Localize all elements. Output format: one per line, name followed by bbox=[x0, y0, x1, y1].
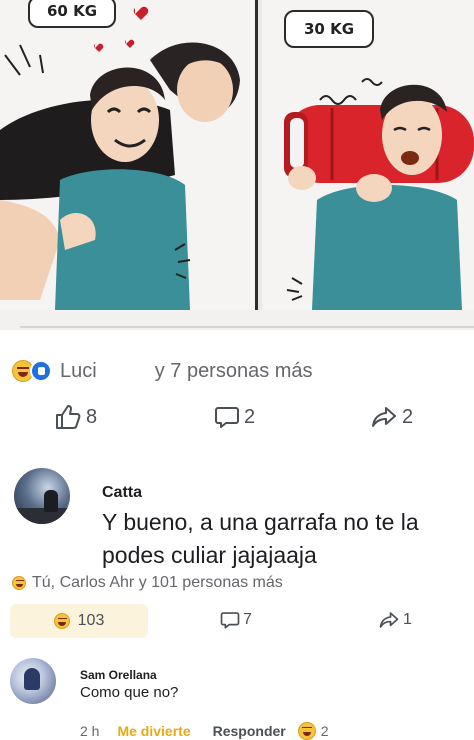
comment-action-bar: 103 7 1 bbox=[0, 600, 474, 642]
comment-haha-count: 103 bbox=[77, 612, 105, 629]
comment-button[interactable]: 2 bbox=[214, 404, 255, 430]
comment-reply-count: 7 bbox=[243, 611, 252, 628]
haha-reaction-icon bbox=[53, 613, 70, 629]
comment-bubble-icon bbox=[220, 612, 240, 629]
reply-timestamp: 2 h bbox=[80, 723, 100, 739]
first-reactor-name: Luci bbox=[60, 359, 97, 382]
reply-author-avatar[interactable] bbox=[10, 658, 56, 704]
like-count: 8 bbox=[86, 405, 98, 428]
comment-reply-button[interactable]: 7 bbox=[220, 610, 252, 630]
speech-bubble-30kg: 30 KG bbox=[284, 10, 374, 48]
share-count: 2 bbox=[402, 405, 414, 428]
comic-panel-left: 60 KG bbox=[0, 0, 258, 310]
reply-meta-row: 2 h Me divierte Responder 2 bbox=[80, 722, 329, 740]
share-arrow-icon bbox=[379, 612, 399, 628]
reply-respond-button[interactable]: Responder bbox=[213, 723, 286, 739]
comment-text: Y bueno, a una garrafa no te la podes cu… bbox=[102, 509, 419, 568]
thumbs-up-icon bbox=[56, 405, 81, 429]
share-button[interactable]: 2 bbox=[370, 404, 413, 430]
comment-haha-button[interactable]: 103 bbox=[10, 604, 148, 638]
other-reactors: y 7 personas más bbox=[154, 359, 313, 382]
comment-bubble-icon bbox=[215, 407, 239, 428]
post-reactions-summary[interactable]: Luci y 7 personas más bbox=[12, 356, 313, 386]
comic-divider bbox=[20, 326, 474, 328]
comment-share-button[interactable]: 1 bbox=[378, 610, 412, 630]
meme-comic-image[interactable]: 60 KG 30 KG bbox=[0, 0, 474, 330]
like-reaction-icon bbox=[30, 360, 52, 382]
reply-reaction-button[interactable]: Me divierte bbox=[117, 723, 190, 739]
speech-bubble-60kg: 60 KG bbox=[28, 0, 116, 28]
comment-reactors-summary[interactable]: Tú, Carlos Ahr y 101 personas más bbox=[12, 574, 283, 592]
comment-share-count: 1 bbox=[403, 611, 412, 628]
like-button[interactable]: 8 bbox=[54, 404, 97, 430]
commenter-name[interactable]: Catta bbox=[102, 484, 142, 502]
commenter-avatar[interactable] bbox=[14, 468, 70, 524]
share-arrow-icon bbox=[372, 407, 396, 427]
reply-haha-count[interactable]: 2 bbox=[321, 723, 329, 739]
haha-reaction-icon bbox=[12, 576, 26, 590]
comic-panel-right: 30 KG bbox=[262, 0, 474, 310]
comment-count: 2 bbox=[244, 405, 256, 428]
haha-reaction-icon bbox=[297, 722, 316, 740]
redacted-area bbox=[96, 360, 143, 382]
post-action-bar: 8 2 2 bbox=[0, 404, 474, 438]
couple-illustration bbox=[0, 6, 240, 310]
reply-author-name[interactable]: Sam Orellana bbox=[80, 668, 157, 682]
comment-reactors-text: Tú, Carlos Ahr y 101 personas más bbox=[32, 574, 283, 591]
reply-text: Como que no? bbox=[80, 684, 179, 701]
